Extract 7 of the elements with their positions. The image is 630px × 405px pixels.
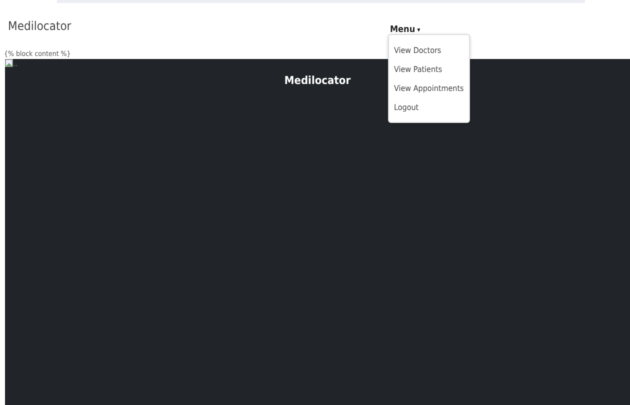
menu-item[interactable]: View Doctors bbox=[389, 40, 469, 60]
brand-name[interactable]: Medilocator bbox=[8, 19, 390, 33]
broken-image-icon bbox=[5, 59, 14, 68]
menu-item[interactable]: Logout bbox=[389, 98, 469, 116]
menu-item[interactable]: View Appointments bbox=[389, 78, 469, 98]
menu-item[interactable]: View Patients bbox=[389, 60, 469, 78]
hero-title: Medilocator bbox=[284, 74, 351, 89]
